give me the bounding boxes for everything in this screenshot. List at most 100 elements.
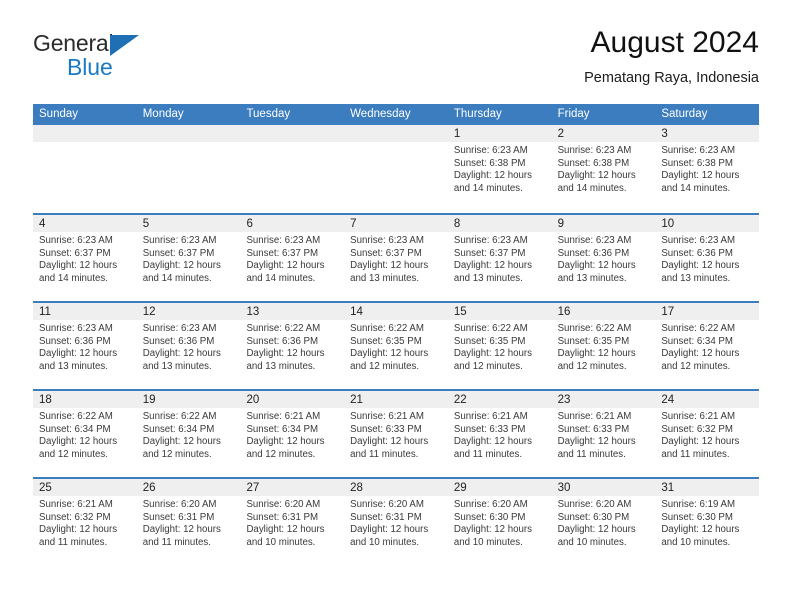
calendar-day-cell[interactable]: 13 Sunrise: 6:22 AM Sunset: 6:36 PM Dayligh… xyxy=(240,303,344,389)
sunrise-time: Sunrise: 6:22 AM xyxy=(142,411,217,422)
calendar-day-cell[interactable]: 28 Sunrise: 6:20 AM Sunset: 6:31 PM Dayligh… xyxy=(344,479,448,565)
day-sun-info: Sunrise: 6:22 AM Sunset: 6:36 PM Daylight:… xyxy=(246,323,344,373)
day-sun-info: Sunrise: 6:23 AM Sunset: 6:36 PM Daylight:… xyxy=(661,235,759,285)
calendar-day-cell[interactable]: 9 Sunrise: 6:23 AM Sunset: 6:36 PM Daylight… xyxy=(552,215,656,301)
calendar-cell-empty xyxy=(344,125,448,213)
sunset-time: Sunset: 6:37 PM xyxy=(246,247,319,259)
day-sun-info: Sunrise: 6:23 AM Sunset: 6:38 PM Daylight:… xyxy=(558,145,656,195)
calendar-week-row: 18 Sunrise: 6:22 AM Sunset: 6:34 PM Dayligh… xyxy=(33,389,759,477)
daylight-duration-line1: Daylight: 12 hours xyxy=(453,436,532,448)
day-number: 16 xyxy=(557,306,571,318)
calendar-day-cell[interactable]: 18 Sunrise: 6:22 AM Sunset: 6:34 PM Dayligh… xyxy=(33,391,137,477)
sunrise-time: Sunrise: 6:23 AM xyxy=(661,235,736,246)
daylight-duration-line2: and 12 minutes. xyxy=(246,448,316,460)
sunrise-time: Sunrise: 6:23 AM xyxy=(453,145,528,156)
sunset-time: Sunset: 6:34 PM xyxy=(246,423,319,435)
day-sun-info: Sunrise: 6:23 AM Sunset: 6:37 PM Daylight:… xyxy=(143,235,241,285)
daylight-duration-line2: and 12 minutes. xyxy=(350,360,420,372)
calendar-day-cell[interactable]: 20 Sunrise: 6:21 AM Sunset: 6:34 PM Dayligh… xyxy=(240,391,344,477)
sunrise-time: Sunrise: 6:21 AM xyxy=(661,411,736,422)
sunrise-time: Sunrise: 6:21 AM xyxy=(557,411,632,422)
calendar-day-cell[interactable]: 10 Sunrise: 6:23 AM Sunset: 6:36 PM Dayligh… xyxy=(655,215,759,301)
day-of-week-header-tuesday: Tuesday xyxy=(246,108,291,120)
day-of-week-header-row: Sunday Monday Tuesday Wednesday Thursday Frid… xyxy=(33,104,759,125)
day-sun-info: Sunrise: 6:23 AM Sunset: 6:36 PM Daylight:… xyxy=(558,235,656,285)
calendar-day-cell[interactable]: 24 Sunrise: 6:21 AM Sunset: 6:32 PM Dayligh… xyxy=(655,391,759,477)
daylight-duration-line1: Daylight: 12 hours xyxy=(453,170,532,182)
calendar-day-cell[interactable]: 4 Sunrise: 6:23 AM Sunset: 6:37 PM Daylight… xyxy=(33,215,137,301)
calendar-day-cell[interactable]: 7 Sunrise: 6:23 AM Sunset: 6:37 PM Daylight… xyxy=(344,215,448,301)
daylight-duration-line1: Daylight: 12 hours xyxy=(350,348,429,360)
calendar-week-row: 25 Sunrise: 6:21 AM Sunset: 6:32 PM Dayligh… xyxy=(33,477,759,565)
calendar-day-cell[interactable]: 14 Sunrise: 6:22 AM Sunset: 6:35 PM Dayligh… xyxy=(344,303,448,389)
sunset-time: Sunset: 6:37 PM xyxy=(39,247,111,259)
daylight-duration-line2: and 11 minutes. xyxy=(350,448,419,460)
day-number: 13 xyxy=(246,306,260,318)
day-sun-info: Sunrise: 6:22 AM Sunset: 6:34 PM Daylight:… xyxy=(143,411,241,461)
day-sun-info: Sunrise: 6:21 AM Sunset: 6:33 PM Daylight:… xyxy=(454,411,552,461)
daylight-duration-line1: Daylight: 12 hours xyxy=(661,524,740,536)
calendar-day-cell[interactable]: 26 Sunrise: 6:20 AM Sunset: 6:31 PM Dayligh… xyxy=(137,479,241,565)
daylight-duration-line1: Daylight: 12 hours xyxy=(350,524,429,536)
day-number: 31 xyxy=(661,482,675,494)
day-of-week-header-friday: Friday xyxy=(557,108,590,120)
calendar-day-cell[interactable]: 5 Sunrise: 6:23 AM Sunset: 6:37 PM Daylight… xyxy=(137,215,241,301)
daylight-duration-line1: Daylight: 12 hours xyxy=(661,436,740,448)
calendar-day-cell[interactable]: 6 Sunrise: 6:23 AM Sunset: 6:37 PM Daylight… xyxy=(240,215,344,301)
brand-logo[interactable]: General Blue xyxy=(33,30,213,82)
daylight-duration-line1: Daylight: 12 hours xyxy=(661,170,740,182)
day-sun-info: Sunrise: 6:20 AM Sunset: 6:30 PM Daylight:… xyxy=(454,499,552,549)
day-of-week-header-sunday: Sunday xyxy=(39,108,79,120)
calendar-day-cell[interactable]: 8 Sunrise: 6:23 AM Sunset: 6:37 PM Daylight… xyxy=(448,215,552,301)
calendar-day-cell[interactable]: 3 Sunrise: 6:23 AM Sunset: 6:38 PM Daylight… xyxy=(655,125,759,213)
day-number: 28 xyxy=(350,482,363,494)
calendar-day-cell[interactable]: 1 Sunrise: 6:23 AM Sunset: 6:38 PM Daylight… xyxy=(448,125,552,213)
calendar-day-cell[interactable]: 27 Sunrise: 6:20 AM Sunset: 6:31 PM Dayligh… xyxy=(240,479,344,565)
sunset-time: Sunset: 6:34 PM xyxy=(661,335,733,347)
calendar-day-cell[interactable]: 29 Sunrise: 6:20 AM Sunset: 6:30 PM Dayligh… xyxy=(448,479,552,565)
sunset-time: Sunset: 6:34 PM xyxy=(142,423,215,435)
sunset-time: Sunset: 6:36 PM xyxy=(142,335,215,347)
sunset-time: Sunset: 6:36 PM xyxy=(39,335,111,347)
sunset-time: Sunset: 6:34 PM xyxy=(39,423,111,435)
calendar-day-cell[interactable]: 30 Sunrise: 6:20 AM Sunset: 6:30 PM Dayligh… xyxy=(552,479,656,565)
calendar-day-cell[interactable]: 17 Sunrise: 6:22 AM Sunset: 6:34 PM Dayligh… xyxy=(655,303,759,389)
sunset-time: Sunset: 6:38 PM xyxy=(557,157,630,169)
page-header: General Blue August 2024 Pematang Raya, … xyxy=(33,24,759,96)
calendar-day-cell[interactable]: 25 Sunrise: 6:21 AM Sunset: 6:32 PM Dayligh… xyxy=(33,479,137,565)
day-sun-info: Sunrise: 6:21 AM Sunset: 6:33 PM Daylight:… xyxy=(350,411,448,461)
day-sun-info: Sunrise: 6:20 AM Sunset: 6:30 PM Daylight:… xyxy=(558,499,656,549)
calendar-day-cell[interactable]: 16 Sunrise: 6:22 AM Sunset: 6:35 PM Dayligh… xyxy=(552,303,656,389)
calendar-day-cell[interactable]: 19 Sunrise: 6:22 AM Sunset: 6:34 PM Dayligh… xyxy=(137,391,241,477)
calendar-day-cell[interactable]: 15 Sunrise: 6:22 AM Sunset: 6:35 PM Dayligh… xyxy=(448,303,552,389)
daylight-duration-line1: Daylight: 12 hours xyxy=(557,348,636,360)
calendar-day-cell[interactable]: 22 Sunrise: 6:21 AM Sunset: 6:33 PM Dayligh… xyxy=(448,391,552,477)
sunrise-time: Sunrise: 6:23 AM xyxy=(350,235,424,246)
sunrise-time: Sunrise: 6:21 AM xyxy=(350,411,424,422)
day-number: 26 xyxy=(142,482,156,494)
sunrise-time: Sunrise: 6:23 AM xyxy=(661,145,736,156)
day-sun-info: Sunrise: 6:21 AM Sunset: 6:32 PM Daylight:… xyxy=(39,499,137,549)
sunset-time: Sunset: 6:35 PM xyxy=(350,335,422,347)
calendar-day-cell[interactable]: 21 Sunrise: 6:21 AM Sunset: 6:33 PM Dayligh… xyxy=(344,391,448,477)
daylight-duration-line1: Daylight: 12 hours xyxy=(350,260,429,272)
daylight-duration-line2: and 11 minutes. xyxy=(453,448,523,460)
daylight-duration-line1: Daylight: 12 hours xyxy=(661,260,740,272)
calendar-day-cell[interactable]: 2 Sunrise: 6:23 AM Sunset: 6:38 PM Daylight… xyxy=(552,125,656,213)
calendar-day-cell[interactable]: 12 Sunrise: 6:23 AM Sunset: 6:36 PM Dayligh… xyxy=(137,303,241,389)
sunrise-time: Sunrise: 6:23 AM xyxy=(142,235,217,246)
day-sun-info: Sunrise: 6:20 AM Sunset: 6:31 PM Daylight:… xyxy=(350,499,448,549)
daylight-duration-line1: Daylight: 12 hours xyxy=(39,260,118,272)
day-number: 20 xyxy=(246,394,260,406)
sunrise-time: Sunrise: 6:23 AM xyxy=(39,323,113,334)
daylight-duration-line1: Daylight: 12 hours xyxy=(453,524,532,536)
day-sun-info: Sunrise: 6:21 AM Sunset: 6:32 PM Daylight:… xyxy=(661,411,759,461)
day-number: 19 xyxy=(142,394,156,406)
calendar-day-cell[interactable]: 11 Sunrise: 6:23 AM Sunset: 6:36 PM Dayligh… xyxy=(33,303,137,389)
calendar-day-cell[interactable]: 23 Sunrise: 6:21 AM Sunset: 6:33 PM Dayligh… xyxy=(552,391,656,477)
day-sun-info: Sunrise: 6:23 AM Sunset: 6:36 PM Daylight:… xyxy=(143,323,241,373)
daylight-duration-line2: and 12 minutes. xyxy=(661,360,731,372)
calendar-day-cell[interactable]: 31 Sunrise: 6:19 AM Sunset: 6:30 PM Dayligh… xyxy=(655,479,759,565)
day-number: 27 xyxy=(246,482,260,494)
day-sun-info: Sunrise: 6:23 AM Sunset: 6:37 PM Daylight:… xyxy=(454,235,552,285)
